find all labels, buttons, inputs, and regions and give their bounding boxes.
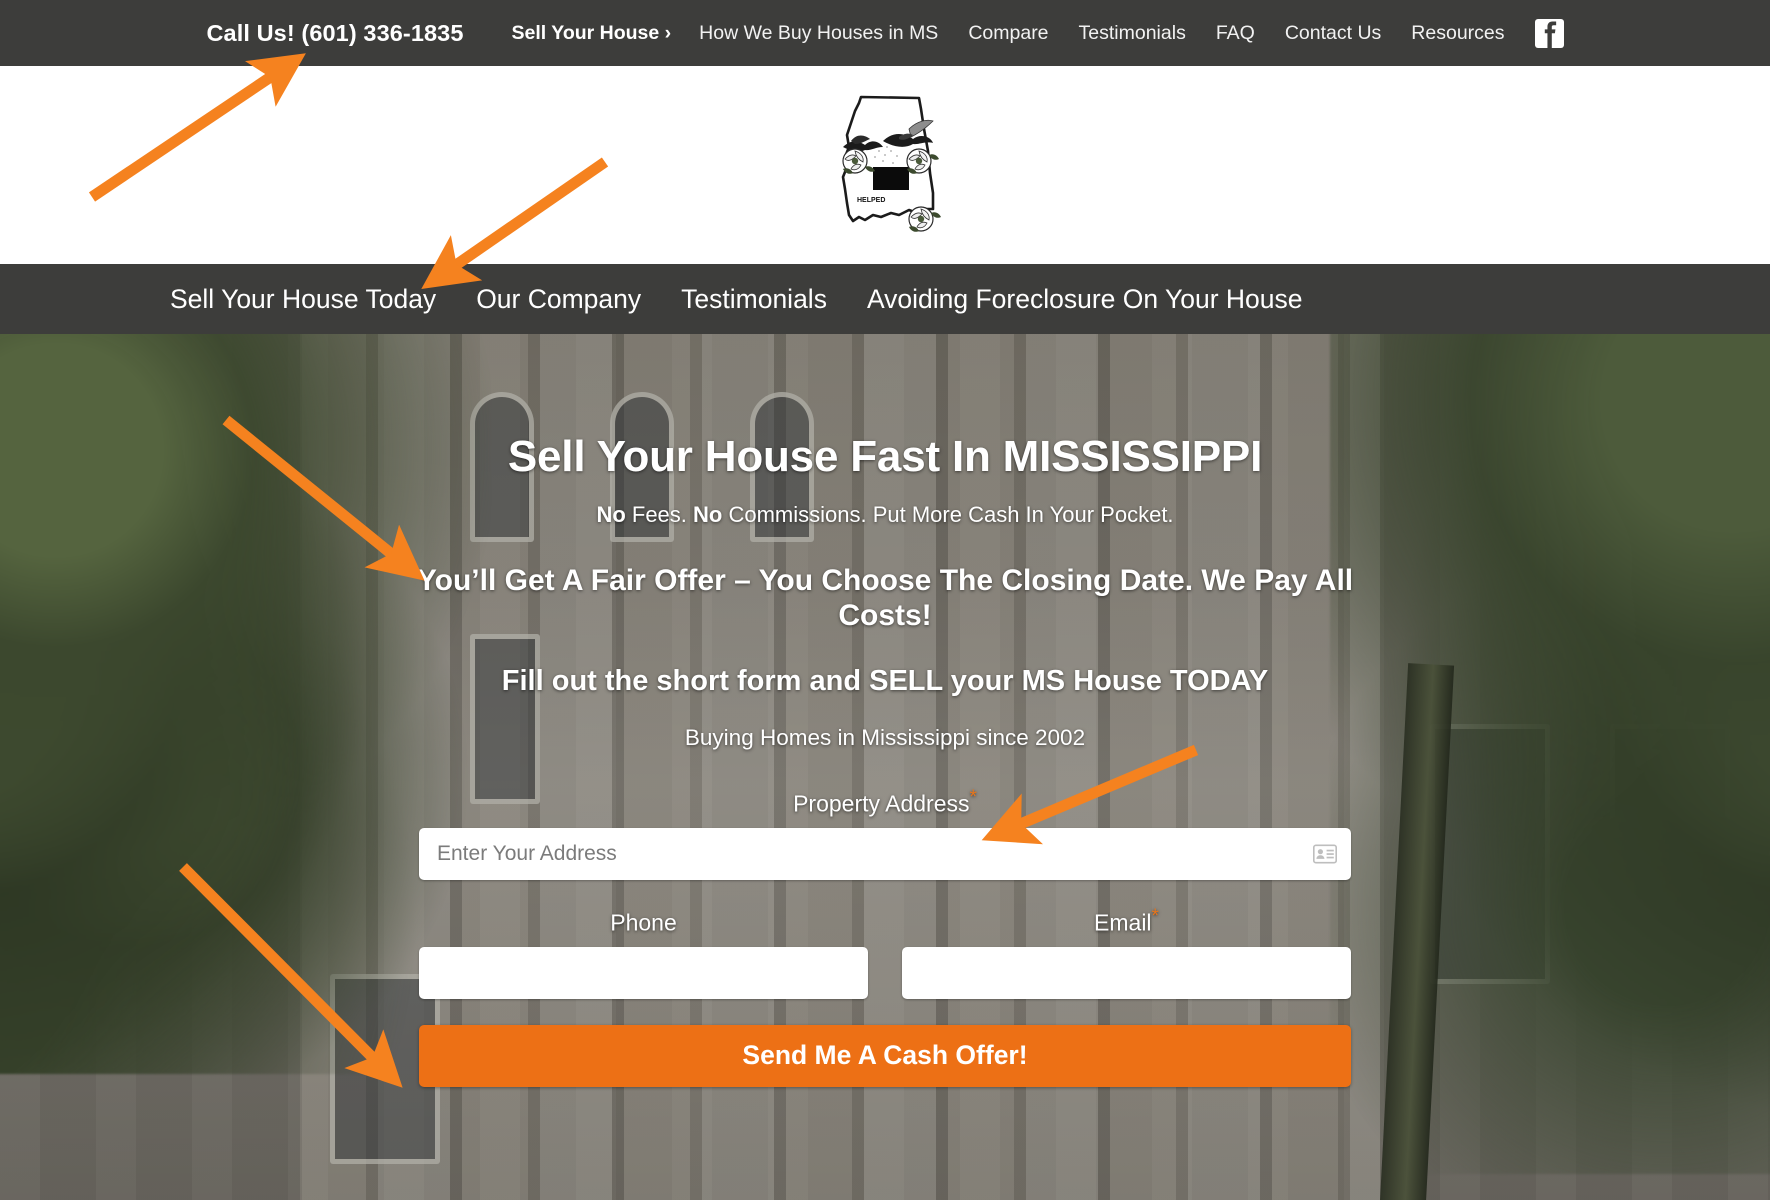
hero-heading-fair-offer: You’ll Get A Fair Offer – You Choose The… bbox=[416, 563, 1354, 632]
property-address-field-wrap bbox=[419, 828, 1351, 881]
hero-headline: Sell Your House Fast In MISSISSIPPI bbox=[507, 432, 1263, 481]
phone-input[interactable] bbox=[419, 946, 868, 999]
hero-subline-text-2: Commissions. Put More Cash In Your Pocke… bbox=[722, 501, 1174, 527]
email-input[interactable] bbox=[902, 946, 1351, 999]
top-nav-how-we-buy-houses[interactable]: How We Buy Houses in MS bbox=[699, 22, 938, 45]
top-nav-sell-your-house[interactable]: Sell Your House › bbox=[512, 22, 672, 45]
property-address-input[interactable] bbox=[419, 828, 1351, 881]
logo-inner-text: HELPED bbox=[857, 197, 885, 204]
hero-subline-text-1: Fees. bbox=[625, 501, 694, 527]
cash-offer-form: Property Address* Enter Your Address Pho… bbox=[419, 751, 1351, 1087]
hero-subline: No Fees. No Commissions. Put More Cash I… bbox=[0, 502, 1770, 528]
main-navigation: Sell Your House Today Our Company Testim… bbox=[0, 264, 1770, 334]
mississippi-state-logo[interactable]: HELPED bbox=[821, 89, 949, 241]
hero-section: Sell Your House Fast In MISSISSIPPI No F… bbox=[0, 334, 1770, 1200]
top-nav-contact-us[interactable]: Contact Us bbox=[1285, 22, 1381, 45]
email-label: Email* bbox=[902, 906, 1351, 937]
top-nav-faq[interactable]: FAQ bbox=[1216, 22, 1255, 45]
send-me-a-cash-offer-button[interactable]: Send Me A Cash Offer! bbox=[419, 1024, 1351, 1087]
nav-item-sell-your-house-today[interactable]: Sell Your House Today bbox=[170, 284, 436, 315]
nav-item-our-company[interactable]: Our Company bbox=[476, 284, 641, 315]
hero-subline-bold-1: No bbox=[596, 501, 626, 527]
nav-item-avoiding-foreclosure[interactable]: Avoiding Foreclosure On Your House bbox=[867, 284, 1303, 315]
phone-email-row: Phone Email* bbox=[419, 906, 1351, 999]
top-nav-resources[interactable]: Resources bbox=[1411, 22, 1504, 45]
phone-field-group: Phone bbox=[419, 906, 868, 999]
phone-label-text: Phone bbox=[610, 909, 677, 936]
nav-item-testimonials[interactable]: Testimonials bbox=[681, 284, 827, 315]
facebook-icon[interactable] bbox=[1534, 18, 1564, 48]
phone-number-label[interactable]: Call Us! (601) 336-1835 bbox=[206, 20, 463, 47]
email-field-wrap bbox=[902, 946, 1351, 999]
property-address-label-text: Property Address bbox=[793, 791, 970, 818]
hero-heading-fill-form: Fill out the short form and SELL your MS… bbox=[501, 665, 1269, 698]
property-address-label: Property Address* bbox=[419, 787, 1351, 818]
top-utility-bar-inner: Call Us! (601) 336-1835 Sell Your House … bbox=[206, 18, 1564, 48]
hero-subline-bold-2: No bbox=[693, 501, 723, 527]
phone-label: Phone bbox=[419, 906, 868, 937]
page-root: Call Us! (601) 336-1835 Sell Your House … bbox=[0, 0, 1770, 1200]
top-nav-compare[interactable]: Compare bbox=[968, 22, 1048, 45]
email-label-text: Email bbox=[1094, 909, 1152, 936]
email-field-group: Email* bbox=[902, 906, 1351, 999]
top-utility-bar: Call Us! (601) 336-1835 Sell Your House … bbox=[0, 0, 1770, 66]
logo-band: HELPED bbox=[0, 66, 1770, 264]
address-card-icon bbox=[1313, 844, 1337, 864]
email-required-marker: * bbox=[1151, 906, 1159, 928]
hero-since-text: Buying Homes in Mississippi since 2002 bbox=[684, 725, 1086, 751]
hero-content: Sell Your House Fast In MISSISSIPPI No F… bbox=[0, 334, 1770, 1087]
property-address-required-marker: * bbox=[969, 787, 977, 809]
top-nav-testimonials[interactable]: Testimonials bbox=[1079, 22, 1186, 45]
phone-field-wrap bbox=[419, 946, 868, 999]
